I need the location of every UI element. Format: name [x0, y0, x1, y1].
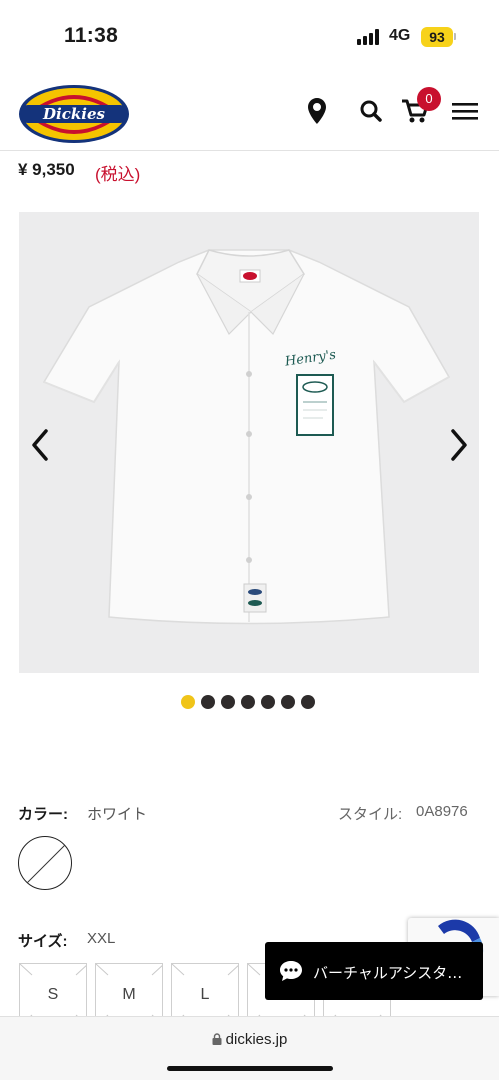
lock-icon: [212, 1033, 222, 1045]
site-header: Dickies 0: [0, 75, 499, 151]
chat-bubble-icon: [280, 961, 302, 981]
price-tax-note: (税込): [95, 165, 141, 184]
assistant-label: バーチャルアシスタ…: [313, 964, 463, 982]
color-value: ホワイト: [87, 806, 148, 823]
product-price: ¥ 9,350: [18, 160, 75, 179]
logo-text: Dickies: [42, 105, 105, 123]
carousel-dot[interactable]: [281, 695, 295, 709]
network-label: 4G: [389, 27, 411, 44]
color-label: カラー:: [18, 806, 68, 823]
carousel-dot[interactable]: [301, 695, 315, 709]
carousel-next-icon[interactable]: [443, 425, 473, 465]
url-text: dickies.jp: [225, 1031, 288, 1048]
product-image[interactable]: Henry's: [19, 212, 479, 673]
url-display[interactable]: dickies.jp: [0, 1031, 499, 1048]
status-time: 11:38: [64, 24, 119, 47]
carousel-dot[interactable]: [241, 695, 255, 709]
home-indicator: [167, 1066, 333, 1071]
location-pin-icon[interactable]: [302, 96, 332, 126]
size-option-label: L: [200, 986, 210, 1003]
style-value: 0A8976: [416, 803, 468, 820]
battery-tip: [454, 33, 456, 40]
dickies-logo[interactable]: Dickies: [18, 83, 130, 145]
signal-icon: [357, 29, 383, 45]
size-value: XXL: [87, 930, 116, 947]
battery-icon: 93: [421, 27, 453, 47]
size-option-label: M: [122, 986, 136, 1003]
cart-count-badge: 0: [417, 87, 441, 111]
size-option-label: S: [47, 986, 59, 1003]
carousel-dot[interactable]: [221, 695, 235, 709]
style-label: スタイル:: [338, 806, 403, 823]
shirt-illustration: Henry's: [42, 249, 451, 625]
carousel-prev-icon[interactable]: [26, 425, 56, 465]
size-label: サイズ:: [18, 933, 68, 950]
carousel-dot[interactable]: [181, 695, 195, 709]
status-bar: 11:38 4G 93: [0, 0, 499, 75]
color-swatch-white[interactable]: [18, 836, 72, 890]
carousel-dots: [181, 695, 315, 709]
virtual-assistant-button[interactable]: バーチャルアシスタ…: [265, 942, 483, 1000]
carousel-dot[interactable]: [261, 695, 275, 709]
search-icon[interactable]: [356, 96, 386, 126]
menu-icon[interactable]: [450, 96, 480, 126]
carousel-dot[interactable]: [201, 695, 215, 709]
